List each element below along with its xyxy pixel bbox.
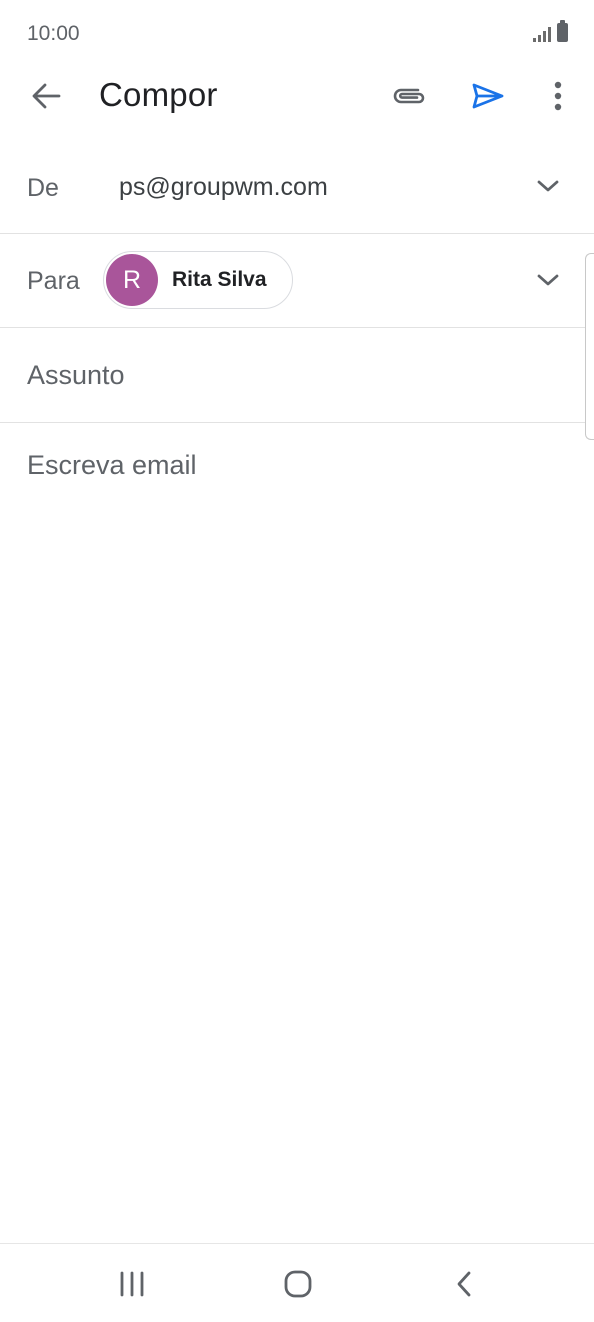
status-time: 10:00 xyxy=(27,22,80,45)
recipient-chip[interactable]: R Rita Silva xyxy=(103,251,293,309)
from-expand-button[interactable] xyxy=(526,164,570,208)
from-row: De ps@groupwm.com xyxy=(0,140,594,234)
status-bar: 10:00 xyxy=(0,0,594,66)
app-bar: Compor xyxy=(0,66,594,126)
navigation-bar xyxy=(0,1243,594,1322)
send-icon xyxy=(472,83,504,109)
paperclip-icon xyxy=(393,88,425,104)
to-expand-button[interactable] xyxy=(526,258,570,302)
battery-icon xyxy=(557,20,568,42)
chevron-down-icon xyxy=(537,180,559,192)
page-title: Compor xyxy=(99,76,218,113)
status-icons xyxy=(533,20,568,42)
back-chevron-icon xyxy=(457,1271,471,1297)
from-label: De xyxy=(27,174,59,202)
chevron-down-icon xyxy=(537,274,559,286)
subject-input[interactable]: Assunto xyxy=(27,360,125,391)
more-vert-icon xyxy=(554,81,562,111)
edge-panel-handle[interactable] xyxy=(585,253,594,440)
recipient-name: Rita Silva xyxy=(172,268,267,291)
to-row: Para R Rita Silva xyxy=(0,234,594,328)
recents-button[interactable] xyxy=(102,1264,162,1304)
subject-row: Assunto xyxy=(0,328,594,423)
more-options-button[interactable] xyxy=(538,74,578,118)
signal-icon xyxy=(533,26,551,42)
home-button[interactable] xyxy=(268,1264,328,1304)
send-button[interactable] xyxy=(464,74,512,118)
body-input[interactable]: Escreva email xyxy=(27,450,567,1230)
avatar: R xyxy=(106,254,158,306)
compose-screen: 10:00 Compor De ps@groupwm.com Para R Ri… xyxy=(0,0,594,1322)
back-button[interactable] xyxy=(22,74,70,118)
home-icon xyxy=(284,1270,312,1298)
back-nav-button[interactable] xyxy=(434,1264,494,1304)
from-account[interactable]: ps@groupwm.com xyxy=(119,173,328,202)
attach-button[interactable] xyxy=(384,74,434,118)
to-label: Para xyxy=(27,267,80,295)
recents-icon xyxy=(120,1271,144,1297)
back-arrow-icon xyxy=(32,83,61,109)
